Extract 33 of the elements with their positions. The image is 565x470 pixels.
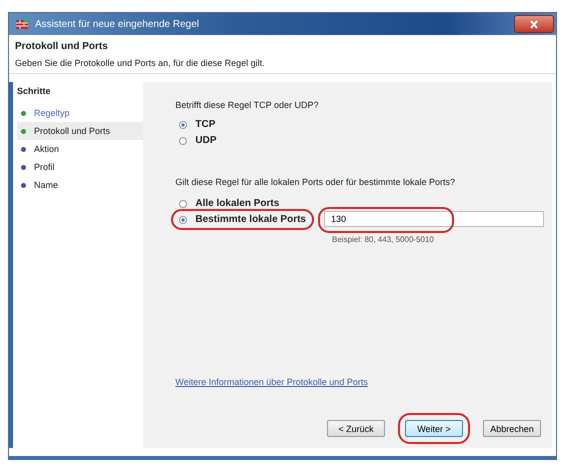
close-icon [529,20,539,28]
step-label: Profil [34,162,55,172]
step-item[interactable]: Aktion [17,140,144,158]
firewall-icon [15,17,29,31]
option-label: TCP [195,119,216,130]
wizard-button[interactable]: Weiter > [405,420,463,437]
radio-button[interactable] [179,136,188,144]
radio-button[interactable] [179,120,188,128]
option-label: UDP [195,135,217,146]
page-title: Protokoll und Ports [15,41,109,52]
step-item[interactable]: Regeltyp [17,104,144,122]
close-button[interactable] [514,15,554,33]
step-item[interactable]: Name [17,176,144,194]
example-hint: Beispiel: 80, 443, 5000-5010 [331,235,435,244]
step-label: Aktion [34,144,60,154]
question-text: Gilt diese Regel für alle lokalen Ports oder für bestimmte lokale Ports? [175,177,456,187]
ports-input-field[interactable]: 130 [324,211,544,227]
step-item[interactable]: Profil [17,158,144,176]
option-label: Alle lokalen Ports [195,198,280,209]
question-text: Betrifft diese Regel TCP oder UDP? [175,100,320,110]
step-item[interactable]: Protokoll und Ports [17,122,144,140]
window-title: Assistent für neue eingehende Regel [35,18,200,30]
step-label: Regeltyp [34,108,70,118]
steps-heading: Schritte [17,86,52,96]
step-label: Name [34,180,58,190]
more-info-link[interactable]: Weitere Informationen über Protokolle und Ports [175,377,368,387]
wizard-button[interactable]: < Zurück [327,420,385,437]
radio-button[interactable] [179,200,188,208]
step-label: Protokoll und Ports [34,126,110,136]
radio-button[interactable] [179,216,188,224]
option-label: Bestimmte lokale Ports [195,214,306,225]
wizard-button[interactable]: Abbrechen [483,420,541,437]
page-subtitle: Geben Sie die Protokolle und Ports an, für die diese Regel gilt. [15,58,266,68]
